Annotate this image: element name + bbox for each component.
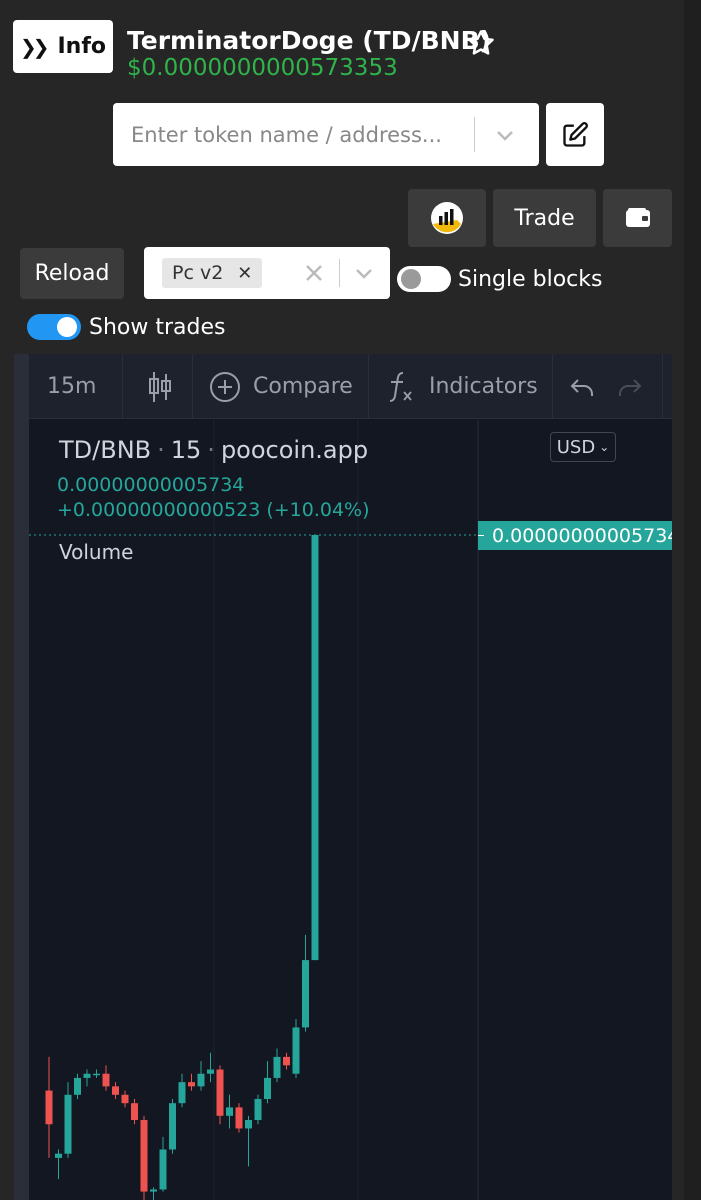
toolbar-separator <box>368 354 369 419</box>
token-price: $0.0000000000573353 <box>127 55 398 81</box>
redo-icon <box>619 378 642 396</box>
remove-tag-icon[interactable]: ✕ <box>237 263 252 284</box>
candle-body <box>216 1069 224 1116</box>
double-chevron-right-icon: ❯❯ <box>19 34 49 59</box>
indicators-label: Indicators <box>429 374 538 399</box>
candle-body <box>159 1149 167 1190</box>
trade-button[interactable]: Trade <box>493 189 596 247</box>
legend-change: +0.00000000000523 (+10.04%) <box>57 499 370 521</box>
function-icon <box>389 371 412 402</box>
chart-button[interactable] <box>408 189 486 247</box>
candle-body <box>264 1077 271 1099</box>
candle-body <box>169 1103 176 1150</box>
currency-button[interactable]: USD ⌄ <box>550 432 616 462</box>
candle-body <box>64 1094 72 1154</box>
toolbar-separator <box>192 354 193 419</box>
candles-group <box>45 535 319 1200</box>
candle-body <box>292 1027 300 1074</box>
chart-plot-area[interactable]: TD/BNB · 15 · poocoin.app 0.00000000005734 +… <box>29 420 672 1200</box>
page-scroll-edge <box>684 0 701 1200</box>
chevron-down-icon[interactable] <box>352 261 376 285</box>
candle-body <box>93 1073 100 1076</box>
candle-body <box>254 1098 262 1121</box>
star-icon[interactable] <box>466 28 496 58</box>
single-blocks-toggle[interactable] <box>397 266 451 292</box>
candles-icon <box>149 371 171 402</box>
show-trades-toggle[interactable] <box>27 314 81 340</box>
candle-body <box>131 1103 138 1121</box>
chart-widget: 15m Compare Indicators TD/BNB · 15 · poo… <box>14 354 672 1200</box>
search-separator <box>474 117 475 152</box>
candle-body <box>245 1120 252 1129</box>
indicators-button[interactable]: Indicators <box>385 354 538 419</box>
chart-grid <box>213 420 479 1200</box>
token-title: TerminatorDoge (TD/BNB) <box>127 26 492 55</box>
edit-button[interactable] <box>546 103 604 166</box>
toggle-knob <box>401 269 421 289</box>
candle-body <box>74 1077 81 1095</box>
router-select[interactable]: Pc v2 ✕ <box>144 247 390 299</box>
router-tag-label: Pc v2 <box>172 262 224 284</box>
legend-symbol: TD/BNB <box>59 436 152 464</box>
candle-body <box>226 1107 233 1116</box>
candle-body <box>207 1069 214 1074</box>
chart-toolbar: 15m Compare Indicators <box>29 354 672 419</box>
token-search[interactable] <box>113 103 539 166</box>
undo-icon <box>570 378 593 396</box>
reload-button-label: Reload <box>34 261 110 286</box>
single-blocks-label: Single blocks <box>458 267 603 292</box>
toolbar-separator <box>122 354 123 419</box>
clear-icon[interactable] <box>302 261 326 285</box>
info-button-label: Info <box>57 34 107 59</box>
reload-button[interactable]: Reload <box>20 248 124 299</box>
chart-left-rail <box>14 354 29 1200</box>
toggle-knob <box>57 317 77 337</box>
wallet-button[interactable] <box>603 189 672 247</box>
chevron-down-icon: ⌄ <box>599 440 610 454</box>
compare-button[interactable]: Compare <box>209 354 353 419</box>
compare-label: Compare <box>253 374 353 399</box>
legend-source: poocoin.app <box>220 436 369 464</box>
candle-body <box>83 1073 91 1078</box>
plus-circle-icon <box>210 371 240 402</box>
redo-button[interactable] <box>617 354 643 419</box>
candle-body <box>235 1107 243 1129</box>
info-button[interactable]: ❯❯ Info <box>13 20 113 73</box>
chart-logo-icon <box>431 202 463 234</box>
candle-body <box>55 1153 62 1158</box>
legend-volume: Volume <box>59 540 134 564</box>
candle-body <box>311 535 319 961</box>
candle-body <box>45 1090 53 1125</box>
candle-body <box>302 960 309 1028</box>
search-input[interactable] <box>131 103 471 166</box>
legend-price: 0.00000000005734 <box>57 474 245 496</box>
candle-body <box>150 1189 157 1192</box>
candle-body <box>188 1082 195 1087</box>
interval-label: 15m <box>47 374 97 399</box>
chart-type-button[interactable] <box>147 354 173 419</box>
toolbar-separator <box>662 354 663 419</box>
candle-body <box>283 1056 290 1066</box>
select-separator <box>339 259 340 287</box>
legend-interval: 15 <box>170 436 202 464</box>
trade-button-label: Trade <box>514 205 575 231</box>
candle-body <box>178 1082 186 1104</box>
interval-button[interactable]: 15m <box>47 354 96 419</box>
router-tag: Pc v2 ✕ <box>162 258 263 288</box>
candle-body <box>121 1094 129 1104</box>
candle-body <box>273 1056 281 1078</box>
wallet-icon <box>625 208 650 227</box>
undo-button[interactable] <box>569 354 595 419</box>
chart-legend-title: TD/BNB · 15 · poocoin.app <box>59 436 369 464</box>
candle-body <box>112 1086 119 1095</box>
last-price-label: 0.00000000005734 <box>478 521 672 550</box>
edit-icon <box>563 121 588 147</box>
currency-label: USD <box>556 436 596 458</box>
toolbar-separator <box>552 354 553 419</box>
candle-body <box>102 1073 110 1087</box>
candle-body <box>140 1120 148 1192</box>
show-trades-label: Show trades <box>89 315 226 340</box>
chevron-down-icon[interactable] <box>493 123 517 147</box>
candle-body <box>197 1073 205 1087</box>
